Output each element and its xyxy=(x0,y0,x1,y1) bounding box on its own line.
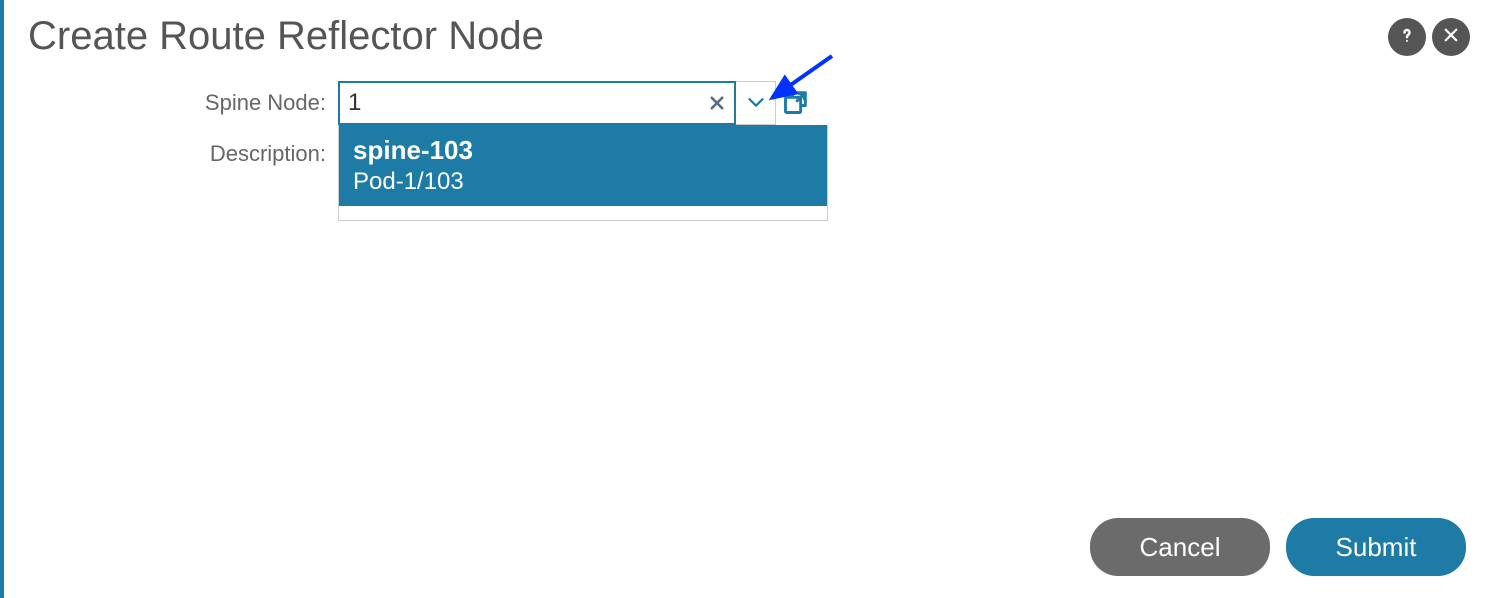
help-button[interactable] xyxy=(1388,18,1426,56)
spine-node-label: Spine Node: xyxy=(28,90,338,116)
dropdown-option-path: Pod-1/103 xyxy=(353,168,813,196)
cancel-button[interactable]: Cancel xyxy=(1090,518,1270,576)
submit-button[interactable]: Submit xyxy=(1286,518,1466,576)
close-icon xyxy=(1442,26,1460,47)
dialog-title: Create Route Reflector Node xyxy=(28,14,544,59)
dropdown-option[interactable]: spine-103 Pod-1/103 xyxy=(339,125,827,206)
question-icon xyxy=(1397,25,1417,48)
close-button[interactable] xyxy=(1432,18,1470,56)
dropdown-toggle-button[interactable] xyxy=(736,81,776,125)
dropdown-list: spine-103 Pod-1/103 xyxy=(338,125,828,221)
chevron-down-icon xyxy=(745,91,767,116)
description-label: Description: xyxy=(28,141,338,167)
dropdown-option-name: spine-103 xyxy=(353,135,813,166)
dropdown-spacer xyxy=(339,206,827,220)
open-external-button[interactable] xyxy=(776,81,816,125)
clear-icon[interactable] xyxy=(704,90,730,116)
external-link-icon xyxy=(782,88,810,119)
spine-node-input[interactable] xyxy=(338,81,736,125)
